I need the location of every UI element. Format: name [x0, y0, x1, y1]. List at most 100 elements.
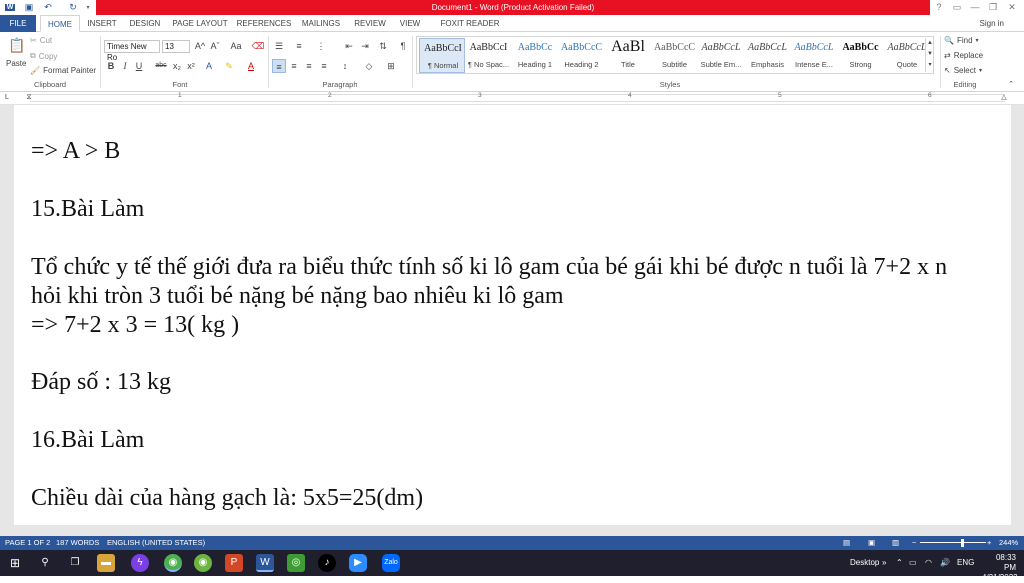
- style-10[interactable]: AaBbCcL Quote: [884, 38, 930, 73]
- sign-in-link[interactable]: Sign in: [980, 15, 1004, 32]
- tab-design[interactable]: DESIGN: [126, 15, 164, 32]
- tab-home[interactable]: HOME: [40, 15, 80, 32]
- customize-qat-icon[interactable]: ▾: [84, 1, 92, 14]
- italic-button[interactable]: I: [118, 59, 132, 73]
- align-center-icon[interactable]: ≡: [287, 59, 301, 73]
- clear-formatting-icon[interactable]: ⌫: [251, 39, 265, 53]
- tab-selector-icon[interactable]: L: [2, 91, 12, 105]
- undo-icon[interactable]: ↶: [40, 1, 56, 14]
- shrink-font-icon[interactable]: Aˇ: [208, 39, 222, 53]
- style-5[interactable]: AaBbCcC Subtitle: [652, 38, 698, 73]
- ribbon-display-button[interactable]: ▭: [948, 0, 966, 15]
- justify-icon[interactable]: ≡: [317, 59, 331, 73]
- language-indicator[interactable]: ENGLISH (UNITED STATES): [107, 536, 205, 550]
- tiktok-icon[interactable]: ♪: [318, 554, 336, 572]
- multilevel-list-icon[interactable]: ⋮: [314, 39, 328, 53]
- clock[interactable]: 08:33 PM 4/21/2022: [982, 553, 1018, 583]
- show-formatting-icon[interactable]: ¶: [396, 39, 410, 53]
- network-icon[interactable]: ▭: [909, 550, 917, 576]
- tab-review[interactable]: REVIEW: [350, 15, 390, 32]
- cut-button[interactable]: ✂ Cut: [30, 36, 52, 45]
- tab-insert[interactable]: INSERT: [84, 15, 120, 32]
- save-icon[interactable]: ▣: [22, 1, 36, 14]
- change-case-icon[interactable]: Aa: [226, 39, 246, 53]
- app-icon[interactable]: ◎: [287, 554, 305, 572]
- zoom-slider-thumb[interactable]: [961, 539, 964, 547]
- search-icon[interactable]: ⚲: [36, 554, 54, 572]
- replace-button[interactable]: ⇄ Replace: [944, 51, 983, 60]
- zalo-icon[interactable]: Zalo: [382, 554, 400, 572]
- file-explorer-icon[interactable]: ▬: [97, 554, 115, 572]
- style-0[interactable]: AaBbCcI ¶ Normal: [419, 38, 465, 73]
- wifi-icon[interactable]: ◠: [925, 550, 932, 576]
- style-2[interactable]: AaBbCc Heading 1: [512, 38, 558, 73]
- highlight-icon[interactable]: ✎: [222, 59, 236, 73]
- borders-icon[interactable]: ⊞: [384, 59, 398, 73]
- paste-button[interactable]: Paste: [6, 59, 26, 68]
- tray-expand-icon[interactable]: »: [882, 550, 886, 576]
- tab-references[interactable]: REFERENCES: [236, 15, 292, 32]
- collapse-ribbon-icon[interactable]: ⌃: [1004, 78, 1018, 92]
- read-mode-icon[interactable]: ▤: [843, 536, 850, 550]
- styles-scroll-icon[interactable]: ▲ ▼ ▾: [925, 38, 934, 72]
- select-button[interactable]: ↖ Select ▾: [944, 66, 982, 75]
- minimize-button[interactable]: —: [966, 0, 984, 15]
- zoom-app-icon[interactable]: ▶: [349, 554, 367, 572]
- underline-button[interactable]: U: [132, 59, 146, 73]
- tab-view[interactable]: VIEW: [395, 15, 425, 32]
- shading-icon[interactable]: ◇: [362, 59, 376, 73]
- help-button[interactable]: ?: [930, 0, 948, 15]
- superscript-button[interactable]: x²: [184, 59, 198, 73]
- align-right-icon[interactable]: ≡: [302, 59, 316, 73]
- volume-icon[interactable]: 🔊: [940, 550, 950, 576]
- tray-chevron-icon[interactable]: ⌃: [896, 550, 903, 576]
- redo-icon[interactable]: ↻: [66, 1, 80, 14]
- font-size-select[interactable]: 13: [162, 40, 190, 53]
- style-9[interactable]: AaBbCc Strong: [838, 38, 884, 73]
- style-1[interactable]: AaBbCcI ¶ No Spac...: [466, 38, 512, 73]
- bullets-icon[interactable]: ☰: [272, 39, 286, 53]
- indent-marker-icon[interactable]: ⧖: [24, 91, 34, 105]
- increase-indent-icon[interactable]: ⇥: [358, 39, 372, 53]
- zoom-slider[interactable]: [920, 542, 986, 543]
- copy-button[interactable]: ⧉ Copy: [30, 51, 57, 61]
- format-painter-button[interactable]: 🖌 Format Painter: [30, 66, 96, 75]
- tab-page-layout[interactable]: PAGE LAYOUT: [170, 15, 230, 32]
- strikethrough-button[interactable]: abc: [152, 59, 170, 73]
- tab-file[interactable]: FILE: [0, 15, 36, 32]
- zoom-in-button[interactable]: +: [987, 536, 991, 550]
- subscript-button[interactable]: x₂: [170, 59, 184, 73]
- word-icon[interactable]: W: [256, 554, 274, 572]
- page-count[interactable]: PAGE 1 OF 2: [5, 536, 50, 550]
- font-color-icon[interactable]: A: [244, 59, 258, 73]
- close-button[interactable]: ✕: [1003, 0, 1021, 15]
- paste-icon[interactable]: 📋: [8, 38, 26, 58]
- text-effects-icon[interactable]: A: [202, 59, 216, 73]
- word-count[interactable]: 187 WORDS: [56, 536, 99, 550]
- maximize-button[interactable]: ❐: [984, 0, 1002, 15]
- print-layout-icon[interactable]: ▣: [868, 536, 875, 550]
- align-left-icon[interactable]: ≡: [272, 59, 286, 73]
- font-name-select[interactable]: Times New Ro: [104, 40, 160, 62]
- messenger-icon[interactable]: ϟ: [131, 554, 149, 572]
- tab-foxit-reader-pdf[interactable]: FOXIT READER PDF: [432, 15, 508, 45]
- desktop-toolbar[interactable]: Desktop: [850, 550, 879, 576]
- powerpoint-icon[interactable]: P: [225, 554, 243, 572]
- chrome-icon[interactable]: ◉: [164, 554, 182, 572]
- horizontal-ruler[interactable]: L 1 2 3 4 5 6 ⧖ △: [0, 92, 1024, 105]
- chrome-canary-icon[interactable]: ◉: [194, 554, 212, 572]
- windows-start-icon[interactable]: ⊞: [6, 554, 24, 572]
- style-8[interactable]: AaBbCcL Intense E...: [791, 38, 837, 73]
- grow-font-icon[interactable]: A^: [193, 39, 207, 53]
- right-indent-marker-icon[interactable]: △: [999, 91, 1009, 105]
- find-button[interactable]: 🔍 Find ▾: [944, 36, 979, 45]
- decrease-indent-icon[interactable]: ⇤: [342, 39, 356, 53]
- bold-button[interactable]: B: [104, 59, 118, 73]
- style-7[interactable]: AaBbCcL Emphasis: [745, 38, 791, 73]
- language-indicator[interactable]: ENG: [957, 550, 974, 576]
- style-4[interactable]: AaBl Title: [605, 38, 651, 73]
- task-view-icon[interactable]: ❐: [66, 554, 84, 572]
- tab-mailings[interactable]: MAILINGS: [298, 15, 344, 32]
- zoom-level[interactable]: 244%: [999, 536, 1018, 550]
- sort-icon[interactable]: ⇅: [376, 39, 390, 53]
